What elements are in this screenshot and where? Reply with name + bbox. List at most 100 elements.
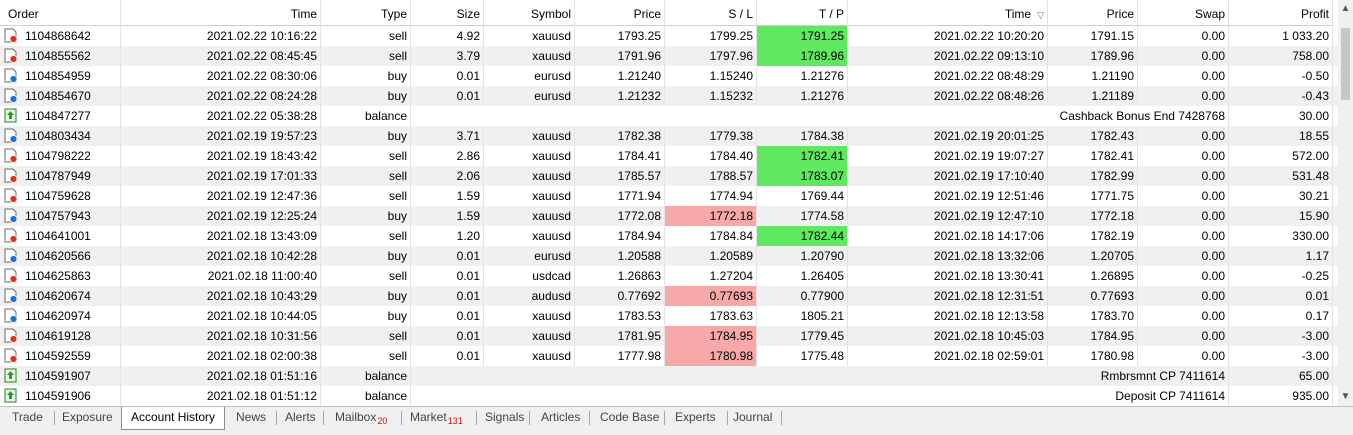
col-symbol: xauusd <box>484 306 575 326</box>
account-history-table[interactable]: Order Time Type Size Symbol Price S / L T / P Ti… <box>0 0 1338 406</box>
col-close-time: 2021.02.18 13:30:41 <box>848 266 1048 286</box>
col-type: buy <box>321 126 411 146</box>
header-label: Price <box>633 7 661 21</box>
col-open-price: 1781.95 <box>575 326 665 346</box>
table-row[interactable]: 1104619128 2021.02.18 10:31:56 sell 0.01 xau… <box>0 326 1338 346</box>
header-label: Time <box>290 7 317 21</box>
table-row[interactable]: 1104803434 2021.02.19 19:57:23 buy 3.71 xauu… <box>0 126 1338 146</box>
toolbox-window: Order Time Type Size Symbol Price S / L T / P Ti… <box>0 0 1353 435</box>
table-row[interactable]: 1104591907 2021.02.18 01:51:16 balance 65.0… <box>0 366 1338 386</box>
col-type: buy <box>321 206 411 226</box>
header-col-take-profit[interactable]: T / P <box>757 0 848 26</box>
col-open-price: 1.21232 <box>575 86 665 106</box>
table-row[interactable]: 1104854959 2021.02.22 08:30:06 buy 0.01 euru… <box>0 66 1338 86</box>
table-row[interactable]: 1104592559 2021.02.18 02:00:38 sell 0.01 xau… <box>0 346 1338 366</box>
col-open-time: 2021.02.18 10:31:56 <box>121 326 321 346</box>
sell-order-icon <box>4 28 18 43</box>
header-col-symbol[interactable]: Symbol <box>484 0 575 26</box>
col-close-price: 1782.19 <box>1048 226 1138 246</box>
scroll-up-icon[interactable]: ▲ <box>1338 0 1353 17</box>
header-col-swap[interactable]: Swap <box>1138 0 1229 26</box>
col-take-profit: 1774.58 <box>757 206 848 226</box>
table-row[interactable]: 1104759628 2021.02.19 12:47:36 sell 1.59 xau… <box>0 186 1338 206</box>
col-size: 0.01 <box>411 346 484 366</box>
header-col-type[interactable]: Type <box>321 0 411 26</box>
col-size: 0.01 <box>411 326 484 346</box>
order-id: 1104855562 <box>25 49 91 63</box>
col-swap: 0.00 <box>1138 326 1229 346</box>
tab-exposure[interactable]: Exposure <box>60 407 115 431</box>
balance-icon <box>4 388 17 403</box>
col-open-price: 1784.41 <box>575 146 665 166</box>
col-close-time: 2021.02.19 19:07:27 <box>848 146 1048 166</box>
table-row[interactable]: 1104620566 2021.02.18 10:42:28 buy 0.01 euru… <box>0 246 1338 266</box>
tab-label: Signals <box>485 410 525 424</box>
header-col-order[interactable]: Order <box>0 0 121 26</box>
table-row[interactable]: 1104798222 2021.02.19 18:43:42 sell 2.86 xau… <box>0 146 1338 166</box>
col-profit: 1.17 <box>1229 246 1333 266</box>
order-id: 1104620974 <box>25 309 91 323</box>
header-col-open-price[interactable]: Price <box>575 0 665 26</box>
tab-code-base[interactable]: Code Base <box>598 407 661 431</box>
table-row[interactable]: 1104641001 2021.02.18 13:43:09 sell 1.20 xau… <box>0 226 1338 246</box>
tab-separator <box>276 411 277 425</box>
col-size: 4.92 <box>411 26 484 46</box>
col-order: 1104641001 <box>0 226 121 246</box>
tab-mailbox[interactable]: Mailbox20 <box>333 407 389 431</box>
table-row[interactable]: 1104787949 2021.02.19 17:01:33 sell 2.06 xau… <box>0 166 1338 186</box>
tab-trade[interactable]: Trade <box>10 407 45 431</box>
col-swap: 0.00 <box>1138 266 1229 286</box>
col-open-time: 2021.02.18 01:51:16 <box>121 366 321 386</box>
header-col-close-price[interactable]: Price <box>1048 0 1138 26</box>
tab-label: Market <box>410 410 447 424</box>
tab-label: Trade <box>12 410 43 424</box>
table-row[interactable]: 1104757943 2021.02.19 12:25:24 buy 1.59 xauu… <box>0 206 1338 226</box>
tab-label: Journal <box>733 410 773 424</box>
tab-market[interactable]: Market131 <box>408 407 465 431</box>
header-col-open-time[interactable]: Time <box>121 0 321 26</box>
tab-alerts[interactable]: Alerts <box>283 407 318 431</box>
table-row[interactable]: 1104868642 2021.02.22 10:16:22 sell 4.92 xau… <box>0 26 1338 46</box>
col-swap: 0.00 <box>1138 226 1229 246</box>
tab-separator <box>529 411 530 425</box>
tab-signals[interactable]: Signals <box>483 407 526 431</box>
col-symbol: xauusd <box>484 206 575 226</box>
col-symbol: eurusd <box>484 86 575 106</box>
col-size: 0.01 <box>411 246 484 266</box>
order-id: 1104592559 <box>25 349 91 363</box>
col-close-time: 2021.02.19 12:51:46 <box>848 186 1048 206</box>
col-symbol: xauusd <box>484 186 575 206</box>
header-col-stop-loss[interactable]: S / L <box>665 0 757 26</box>
table-row[interactable]: 1104625863 2021.02.18 11:00:40 sell 0.01 usd… <box>0 266 1338 286</box>
tab-badge: 20 <box>377 416 388 426</box>
tab-journal[interactable]: Journal <box>731 407 774 431</box>
header-col-size[interactable]: Size <box>411 0 484 26</box>
col-type: sell <box>321 186 411 206</box>
table-row[interactable]: 1104591906 2021.02.18 01:51:12 balance 935.… <box>0 386 1338 406</box>
col-profit: -3.00 <box>1229 346 1333 366</box>
col-open-time: 2021.02.22 08:24:28 <box>121 86 321 106</box>
scrollbar-thumb[interactable] <box>1341 28 1350 100</box>
col-take-profit: 1.20790 <box>757 246 848 266</box>
col-take-profit: 1.26405 <box>757 266 848 286</box>
tab-articles[interactable]: Articles <box>539 407 582 431</box>
col-open-time: 2021.02.19 12:25:24 <box>121 206 321 226</box>
tab-experts[interactable]: Experts <box>673 407 718 431</box>
tab-news[interactable]: News <box>234 407 268 431</box>
order-id: 1104854959 <box>25 69 91 83</box>
table-header: Order Time Type Size Symbol Price S / L T / P Ti… <box>0 0 1338 26</box>
tab-account-history[interactable]: Account History <box>121 407 226 430</box>
header-col-close-time[interactable]: Time ▽ <box>848 0 1048 26</box>
table-row[interactable]: 1104620974 2021.02.18 10:44:05 buy 0.01 xauu… <box>0 306 1338 326</box>
vertical-scrollbar[interactable]: ▲ ▼ <box>1338 0 1353 406</box>
col-order: 1104625863 <box>0 266 121 286</box>
table-row[interactable]: 1104855562 2021.02.22 08:45:45 sell 3.79 xau… <box>0 46 1338 66</box>
tab-label: Mailbox <box>335 410 377 424</box>
table-row[interactable]: 1104620674 2021.02.18 10:43:29 buy 0.01 audu… <box>0 286 1338 306</box>
table-row[interactable]: 1104854670 2021.02.22 08:24:28 buy 0.01 euru… <box>0 86 1338 106</box>
header-col-profit[interactable]: Profit <box>1229 0 1333 26</box>
scroll-down-icon[interactable]: ▼ <box>1338 388 1353 405</box>
table-row[interactable]: 1104847277 2021.02.22 05:38:28 balance 30.0… <box>0 106 1338 126</box>
tab-badge: 131 <box>447 416 463 426</box>
col-open-time: 2021.02.19 18:43:42 <box>121 146 321 166</box>
